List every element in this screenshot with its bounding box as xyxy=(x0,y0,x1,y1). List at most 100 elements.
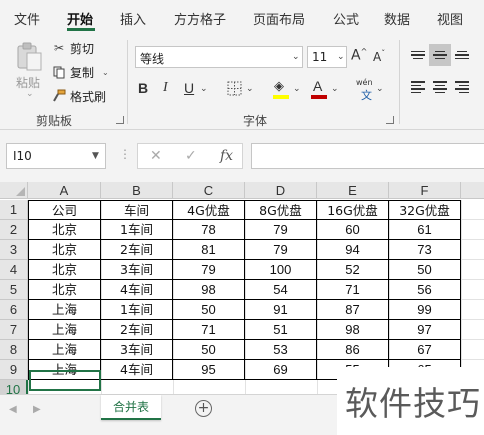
table-cell[interactable]: 81 xyxy=(173,240,245,260)
phonetic-pinyin-label[interactable]: wén xyxy=(356,78,373,87)
align-left-button[interactable] xyxy=(407,76,429,98)
font-color-button[interactable]: A xyxy=(313,76,322,96)
table-cell[interactable]: 3车间 xyxy=(101,260,173,280)
select-all-button[interactable] xyxy=(0,182,28,199)
table-cell[interactable]: 上海 xyxy=(28,300,101,320)
table-cell[interactable]: 50 xyxy=(173,300,245,320)
table-cell[interactable]: 60 xyxy=(317,220,389,240)
table-cell[interactable]: 78 xyxy=(173,220,245,240)
spreadsheet-grid[interactable]: ABCDEF1234567891011公司车间4G优盘8G优盘16G优盘32G优… xyxy=(0,182,484,394)
italic-button[interactable]: I xyxy=(163,78,168,98)
cut-button[interactable]: ✂ 剪切 xyxy=(52,38,94,58)
borders-button[interactable] xyxy=(227,78,242,98)
table-cell[interactable]: 1车间 xyxy=(101,300,173,320)
underline-dropdown-icon[interactable]: ⌄ xyxy=(200,84,208,94)
tab-view[interactable]: 视图 xyxy=(437,9,463,28)
clipboard-launcher-icon[interactable] xyxy=(116,116,124,124)
table-cell[interactable]: 100 xyxy=(245,260,317,280)
row-header-5[interactable]: 5 xyxy=(0,280,28,300)
table-cell[interactable]: 94 xyxy=(317,240,389,260)
tab-file[interactable]: 文件 xyxy=(14,9,40,28)
header-cell[interactable]: 4G优盘 xyxy=(173,200,245,220)
tab-insert[interactable]: 插入 xyxy=(120,9,146,28)
align-bottom-button[interactable] xyxy=(451,44,473,66)
name-box[interactable]: I10 xyxy=(6,143,106,169)
table-cell[interactable]: 91 xyxy=(245,300,317,320)
column-header-a[interactable]: A xyxy=(28,182,101,199)
name-box-dropdown-icon[interactable]: ▼ xyxy=(92,151,99,161)
align-right-button[interactable] xyxy=(451,76,473,98)
table-cell[interactable]: 50 xyxy=(389,260,461,280)
table-cell[interactable]: 97 xyxy=(389,320,461,340)
header-cell[interactable]: 8G优盘 xyxy=(245,200,317,220)
row-header-7[interactable]: 7 xyxy=(0,320,28,340)
paste-dropdown-icon[interactable]: ⌄ xyxy=(26,89,34,99)
table-cell[interactable]: 上海 xyxy=(28,320,101,340)
borders-dropdown-icon[interactable]: ⌄ xyxy=(246,84,254,94)
phonetic-dropdown-icon[interactable]: ⌄ xyxy=(376,84,384,94)
tab-page-layout[interactable]: 页面布局 xyxy=(253,9,305,28)
table-cell[interactable]: 2车间 xyxy=(101,320,173,340)
table-cell[interactable]: 4车间 xyxy=(101,280,173,300)
table-cell[interactable]: 79 xyxy=(245,240,317,260)
tab-formulas[interactable]: 公式 xyxy=(333,9,359,28)
row-header-10[interactable]: 10 xyxy=(0,380,28,394)
table-cell[interactable]: 53 xyxy=(245,340,317,360)
paste-icon[interactable] xyxy=(16,42,44,72)
grow-font-button[interactable]: A^ xyxy=(351,47,367,64)
tab-fangfang-gezi[interactable]: 方方格子 xyxy=(174,9,226,28)
phonetic-guide-button[interactable]: 文 xyxy=(361,87,372,103)
font-size-dropdown-icon[interactable]: ⌄ xyxy=(337,52,345,62)
row-header-9[interactable]: 9 xyxy=(0,360,28,380)
enter-entry-icon[interactable]: ✓ xyxy=(185,148,197,164)
copy-dropdown-icon[interactable]: ⌄ xyxy=(102,68,109,77)
column-header-e[interactable]: E xyxy=(317,182,389,199)
add-sheet-button[interactable]: + xyxy=(195,400,212,417)
table-cell[interactable]: 61 xyxy=(389,220,461,240)
header-cell[interactable]: 32G优盘 xyxy=(389,200,461,220)
formula-input[interactable] xyxy=(251,143,484,169)
row-header-3[interactable]: 3 xyxy=(0,240,28,260)
table-cell[interactable]: 98 xyxy=(173,280,245,300)
cancel-entry-icon[interactable]: ✕ xyxy=(150,148,162,164)
header-cell[interactable]: 16G优盘 xyxy=(317,200,389,220)
font-color-dropdown-icon[interactable]: ⌄ xyxy=(331,84,339,94)
table-cell[interactable]: 1车间 xyxy=(101,220,173,240)
copy-button[interactable]: 复制 ⌄ xyxy=(52,62,109,82)
table-cell[interactable]: 上海 xyxy=(28,340,101,360)
table-cell[interactable]: 50 xyxy=(173,340,245,360)
row-header-4[interactable]: 4 xyxy=(0,260,28,280)
table-cell[interactable]: 北京 xyxy=(28,280,101,300)
row-header-2[interactable]: 2 xyxy=(0,220,28,240)
table-cell[interactable]: 51 xyxy=(245,320,317,340)
table-cell[interactable]: 73 xyxy=(389,240,461,260)
table-cell[interactable]: 71 xyxy=(173,320,245,340)
column-header-c[interactable]: C xyxy=(173,182,245,199)
header-cell[interactable]: 公司 xyxy=(28,200,101,220)
shrink-font-button[interactable]: Aˇ xyxy=(373,49,385,64)
row-header-1[interactable]: 1 xyxy=(0,200,28,220)
header-cell[interactable]: 车间 xyxy=(101,200,173,220)
sheet-tab-merged[interactable]: 合并表 xyxy=(101,395,161,420)
table-cell[interactable]: 北京 xyxy=(28,220,101,240)
next-sheet-icon[interactable]: ▶ xyxy=(33,404,41,415)
tab-data[interactable]: 数据 xyxy=(384,9,410,28)
table-cell[interactable]: 87 xyxy=(317,300,389,320)
font-name-select[interactable]: 等线 xyxy=(135,46,303,68)
table-cell[interactable]: 95 xyxy=(173,360,245,380)
table-cell[interactable]: 69 xyxy=(245,360,317,380)
align-middle-button[interactable] xyxy=(429,44,451,66)
fill-color-button[interactable]: ◈ xyxy=(274,76,284,96)
table-cell[interactable]: 52 xyxy=(317,260,389,280)
table-cell[interactable]: 3车间 xyxy=(101,340,173,360)
table-cell[interactable]: 86 xyxy=(317,340,389,360)
table-cell[interactable]: 98 xyxy=(317,320,389,340)
tab-home[interactable]: 开始 xyxy=(67,9,93,28)
table-cell[interactable]: 北京 xyxy=(28,260,101,280)
table-cell[interactable]: 67 xyxy=(389,340,461,360)
table-cell[interactable]: 99 xyxy=(389,300,461,320)
table-cell[interactable]: 71 xyxy=(317,280,389,300)
column-header-d[interactable]: D xyxy=(245,182,317,199)
table-cell[interactable]: 54 xyxy=(245,280,317,300)
font-launcher-icon[interactable] xyxy=(386,116,394,124)
